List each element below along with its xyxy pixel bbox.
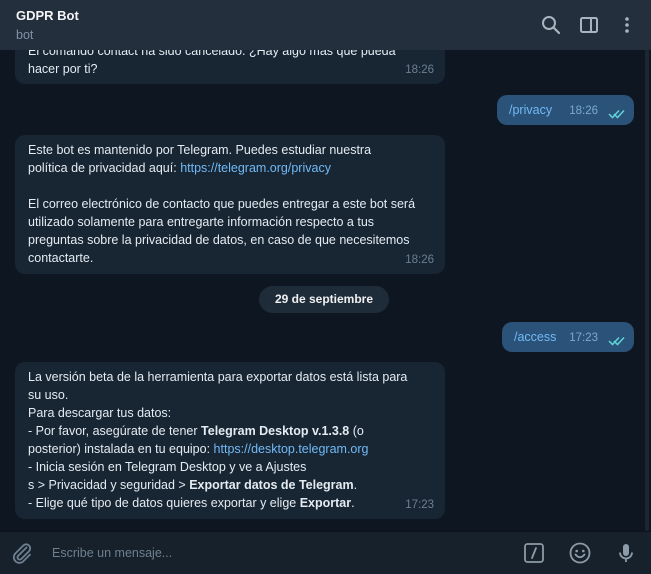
message-time: 18:26 <box>569 105 598 117</box>
message-list[interactable]: El comando contact ha sido cancelado. ¿H… <box>0 50 651 531</box>
desktop-download-link[interactable]: https://desktop.telegram.org <box>214 442 369 456</box>
message-bold-text: Exportar datos de Telegram <box>189 478 354 492</box>
message-composer: Escribe un mensaje... <box>0 531 651 574</box>
message-time: 18:26 <box>405 254 434 266</box>
message-text: - Inicia sesión en Telegram Desktop y ve… <box>28 460 307 474</box>
read-double-check-icon <box>608 109 625 119</box>
sidebar-toggle-icon[interactable] <box>577 13 601 37</box>
bot-command-link[interactable]: /privacy <box>509 101 552 119</box>
microphone-icon[interactable] <box>614 541 638 565</box>
chat-title[interactable]: GDPR Bot <box>16 8 79 23</box>
outgoing-message[interactable]: /privacy 18:26 <box>497 95 634 125</box>
incoming-message[interactable]: La versión beta de la herramienta para e… <box>15 362 445 519</box>
message-bold-text: Exportar <box>299 496 352 510</box>
bot-command-icon[interactable] <box>522 541 546 565</box>
message-text: El comando contact ha sido cancelado. ¿H… <box>28 50 400 76</box>
scrollbar[interactable] <box>645 50 649 531</box>
message-text: . <box>351 496 355 510</box>
message-text: - Elige qué tipo de datos quieres export… <box>28 496 300 510</box>
message-time: 18:26 <box>405 64 434 76</box>
bot-command-link[interactable]: /access <box>514 328 556 346</box>
outgoing-message[interactable]: /access 17:23 <box>502 322 634 352</box>
incoming-message[interactable]: El comando contact ha sido cancelado. ¿H… <box>15 50 445 84</box>
message-text: La versión beta de la herramienta para e… <box>28 370 411 402</box>
search-icon[interactable] <box>539 13 563 37</box>
message-text: - Por favor, asegúrate de tener <box>28 424 202 438</box>
message-text: . <box>353 478 358 492</box>
message-time: 17:23 <box>405 499 434 511</box>
chat-header: GDPR Bot bot <box>0 0 651 50</box>
privacy-link[interactable]: https://telegram.org/privacy <box>180 161 331 175</box>
message-bold-text: Telegram Desktop v.1.3.8 <box>201 424 350 438</box>
message-text: El correo electrónico de contacto que pu… <box>28 197 419 265</box>
read-double-check-icon <box>608 336 625 346</box>
date-separator: 29 de septiembre <box>259 286 389 313</box>
attach-icon[interactable] <box>10 541 34 565</box>
message-text: política de privacidad aquí: <box>28 161 181 175</box>
message-text: Para descargar tus datos: <box>28 406 172 420</box>
message-time: 17:23 <box>569 332 598 344</box>
message-text: s > Privacidad y seguridad > <box>28 478 190 492</box>
message-input[interactable]: Escribe un mensaje... <box>52 546 172 560</box>
more-vertical-icon[interactable] <box>615 13 639 37</box>
emoji-icon[interactable] <box>568 541 592 565</box>
message-text-line: Este bot es mantenido por Telegram. Pued… <box>28 143 372 157</box>
incoming-message[interactable]: Este bot es mantenido por Telegram. Pued… <box>15 135 445 274</box>
chat-subtitle: bot <box>16 28 34 42</box>
